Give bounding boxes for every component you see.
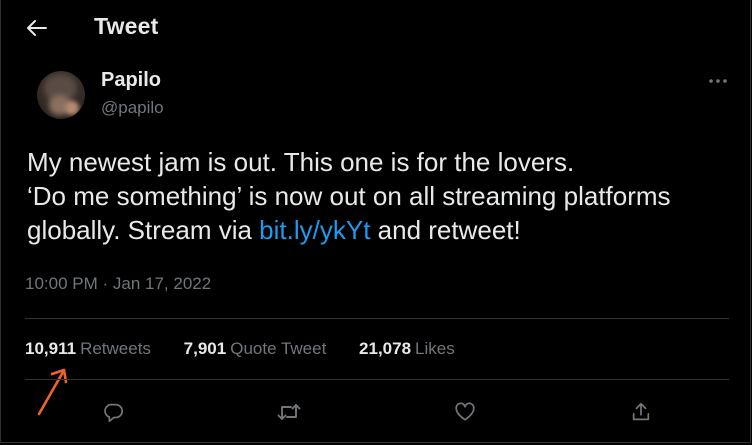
avatar[interactable] [37, 71, 85, 119]
quote-tweets-count: 7,901 [183, 339, 227, 358]
reply-button[interactable] [95, 394, 131, 430]
tweet-line-text: and retweet! [370, 215, 521, 245]
divider [25, 318, 729, 319]
retweets-count: 10,911 [25, 339, 77, 358]
tweet-actions [1, 394, 750, 430]
share-button[interactable] [623, 394, 659, 430]
tweet-line: ‘Do me something’ is now out on all stre… [27, 181, 671, 211]
more-horizontal-icon [709, 79, 727, 83]
retweet-button[interactable] [271, 394, 307, 430]
author-handle[interactable]: @papilo [101, 98, 164, 118]
likes-stat[interactable]: 21,078 Likes [359, 339, 455, 359]
arrow-left-icon [27, 20, 47, 36]
page-header: Tweet [1, 0, 750, 56]
reply-icon [104, 403, 124, 423]
tweet-stats: 10,911 Retweets 7,901 Quote Tweet 21,078 Li… [25, 339, 483, 359]
tweet-text: My newest jam is out. This one is for th… [27, 145, 739, 247]
retweet-icon [277, 404, 301, 420]
likes-count: 21,078 [359, 339, 412, 358]
tweet-link[interactable]: bit.ly/ykYt [259, 215, 370, 245]
tweet-line: globally. Stream via bit.ly/ykYt and ret… [27, 213, 739, 247]
tweet-line-text: globally. Stream via [27, 215, 260, 245]
like-button[interactable] [447, 394, 483, 430]
share-icon [632, 402, 650, 421]
page-title: Tweet [94, 13, 159, 39]
tweet-timestamp[interactable]: 10:00 PM · Jan 17, 2022 [25, 274, 211, 294]
tweet-page: Tweet Papilo @papilo My newest jam is ou… [0, 0, 751, 443]
divider [25, 379, 729, 380]
retweets-stat[interactable]: 10,911 Retweets [25, 339, 151, 359]
retweets-label: Retweets [80, 339, 151, 358]
quote-tweets-label: Quote Tweet [230, 339, 327, 358]
author-display-name[interactable]: Papilo [101, 69, 161, 92]
back-button[interactable] [20, 13, 54, 43]
quote-tweets-stat[interactable]: 7,901 Quote Tweet [184, 339, 327, 359]
more-options-button[interactable] [701, 70, 735, 92]
heart-icon [455, 402, 475, 421]
likes-label: Likes [415, 339, 455, 358]
tweet-line: My newest jam is out. This one is for th… [27, 147, 575, 177]
